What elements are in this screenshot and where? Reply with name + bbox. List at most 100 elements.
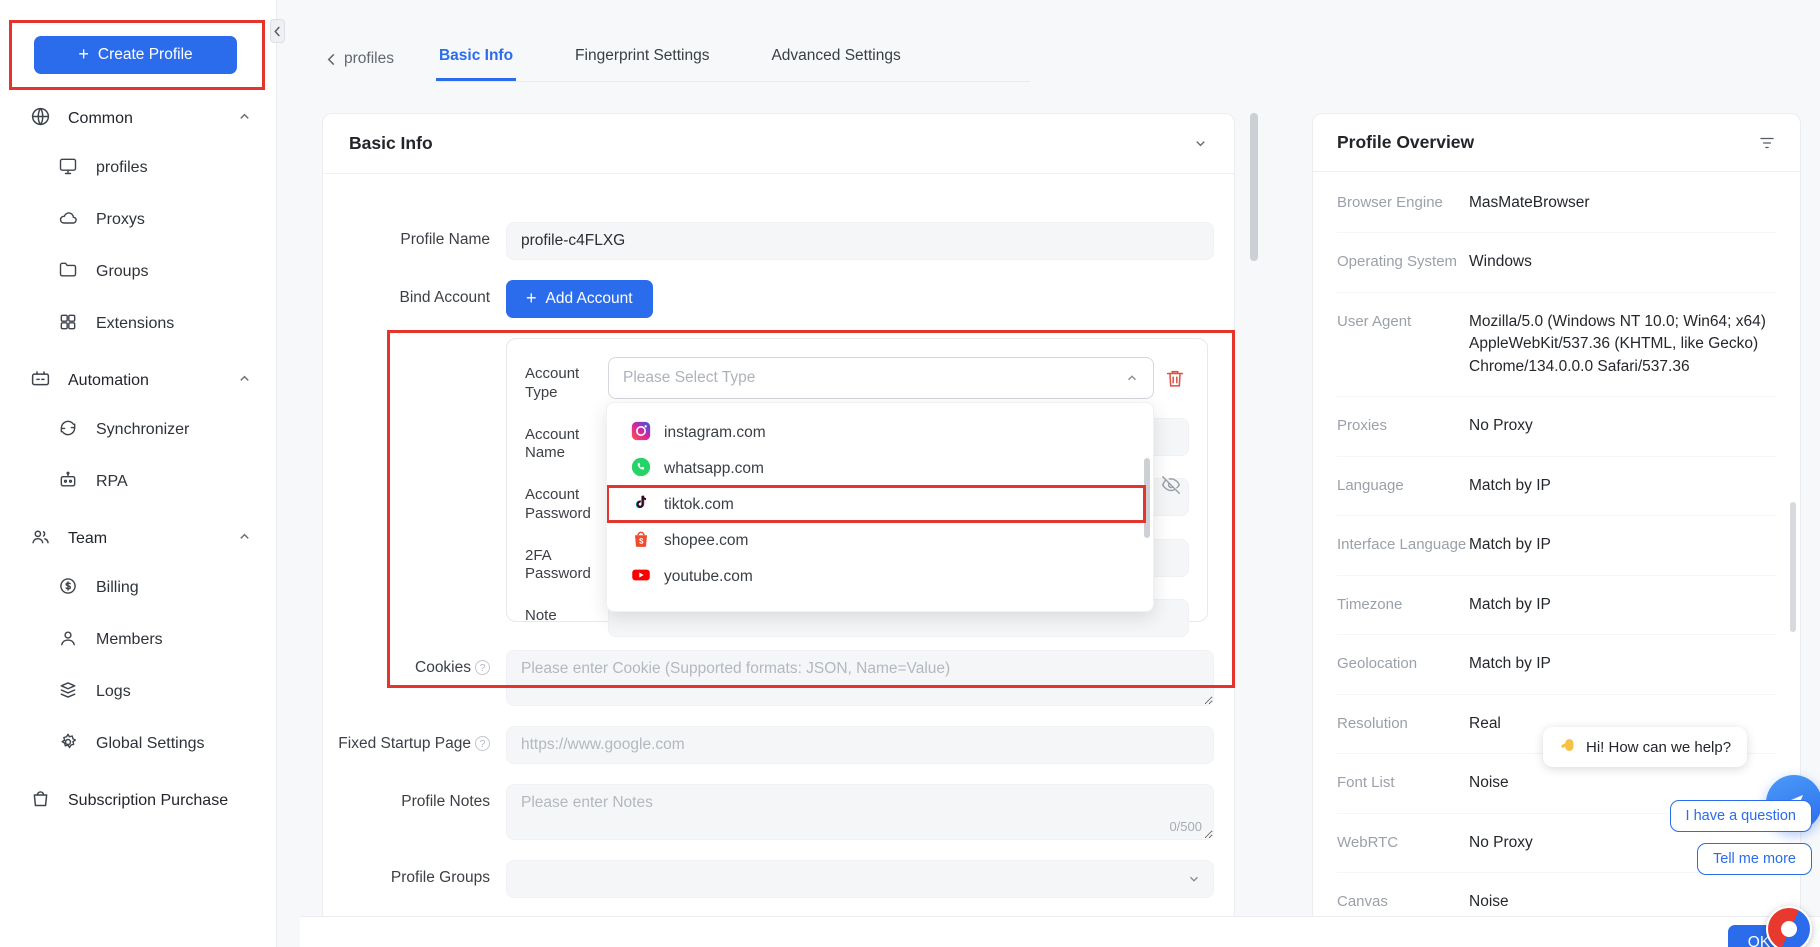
sidebar-item-proxys[interactable]: Proxys — [0, 194, 276, 246]
profile-groups-label: Profile Groups — [323, 860, 506, 887]
twofa-password-label: 2FA Password — [525, 539, 608, 585]
account-type-select[interactable]: Please Select Type — [608, 357, 1154, 399]
sidebar-item-rpa[interactable]: RPA — [0, 456, 276, 508]
dropdown-scrollbar-thumb[interactable] — [1144, 458, 1150, 538]
overview-row-value: Match by IP — [1469, 534, 1776, 556]
robot-icon — [58, 470, 78, 495]
overview-row-label: Timezone — [1337, 594, 1469, 616]
shopee-icon — [631, 529, 651, 554]
basic-info-card-header[interactable]: Basic Info — [323, 114, 1234, 174]
dropdown-option-label: instagram.com — [664, 424, 766, 442]
overview-row-label: User Agent — [1337, 311, 1469, 378]
profile-notes-textarea[interactable] — [506, 784, 1214, 840]
cloud-icon — [58, 208, 78, 233]
dropdown-option-label: tiktok.com — [664, 496, 734, 514]
youtube-icon — [631, 565, 651, 590]
dropdown-option-whatsapp[interactable]: whatsapp.com — [607, 451, 1153, 487]
chat-tell-more-button[interactable]: Tell me more — [1697, 843, 1812, 875]
sidebar-item-label: Members — [96, 631, 163, 649]
account-type-dropdown: instagram.com whatsapp.com — [606, 402, 1154, 612]
chevron-up-icon — [1125, 371, 1139, 385]
overview-row: Operating SystemWindows — [1337, 233, 1776, 292]
overview-row-value: MasMateBrowser — [1469, 192, 1776, 214]
sidebar: Create Profile Common profiles — [0, 0, 277, 947]
sidebar-item-label: Extensions — [96, 315, 174, 333]
tab-fingerprint-settings[interactable]: Fingerprint Settings — [572, 37, 712, 81]
sidebar-item-members[interactable]: Members — [0, 614, 276, 666]
profile-name-label: Profile Name — [323, 222, 506, 249]
sidebar-section-team[interactable]: Team — [0, 516, 276, 562]
sidebar-item-extensions[interactable]: Extensions — [0, 298, 276, 350]
delete-account-button[interactable] — [1162, 367, 1188, 393]
sidebar-collapse-button[interactable] — [270, 19, 285, 43]
sidebar-item-synchronizer[interactable]: Synchronizer — [0, 404, 276, 456]
sidebar-item-billing[interactable]: Billing — [0, 562, 276, 614]
sidebar-item-logs[interactable]: Logs — [0, 666, 276, 718]
card-title: Basic Info — [349, 133, 433, 154]
account-form-card: Account Type Please Select Type Account … — [506, 338, 1208, 622]
info-icon — [475, 736, 490, 751]
chevron-left-icon — [273, 26, 282, 37]
instagram-icon — [631, 421, 651, 446]
sidebar-item-profiles[interactable]: profiles — [0, 142, 276, 194]
account-name-label: Account Name — [525, 418, 608, 464]
overview-scrollbar-thumb[interactable] — [1790, 502, 1796, 632]
sidebar-section-common[interactable]: Common — [0, 96, 276, 142]
chat-launcher-logo[interactable] — [1766, 906, 1812, 947]
overview-row-value: No Proxy — [1469, 415, 1776, 437]
main-scrollbar-thumb[interactable] — [1250, 113, 1258, 261]
back-to-profiles[interactable]: profiles — [326, 50, 394, 82]
monitor-icon — [58, 156, 78, 181]
gear-icon — [58, 732, 78, 757]
sidebar-item-label: Groups — [96, 263, 148, 281]
overview-row: ProxiesNo Proxy — [1337, 397, 1776, 456]
account-type-placeholder: Please Select Type — [623, 369, 755, 387]
filter-lines-icon[interactable] — [1758, 134, 1776, 152]
dropdown-option-label: youtube.com — [664, 568, 753, 586]
dropdown-option-shopee[interactable]: shopee.com — [607, 523, 1153, 559]
wave-icon — [1559, 736, 1577, 758]
sidebar-item-subscription-purchase[interactable]: Subscription Purchase — [0, 778, 276, 824]
overview-row-value: Noise — [1469, 772, 1776, 794]
startup-page-input[interactable] — [506, 726, 1214, 764]
sidebar-item-groups[interactable]: Groups — [0, 246, 276, 298]
overview-row: LanguageMatch by IP — [1337, 457, 1776, 516]
sidebar-nav: Common profiles Proxys — [0, 96, 276, 824]
cookies-textarea[interactable] — [506, 650, 1214, 706]
tab-basic-info[interactable]: Basic Info — [436, 37, 516, 81]
sidebar-item-label: Proxys — [96, 211, 145, 229]
grid-icon — [58, 312, 78, 337]
account-type-label: Account Type — [525, 357, 608, 403]
create-profile-button[interactable]: Create Profile — [34, 36, 237, 74]
toggle-password-visibility-button[interactable] — [1158, 473, 1184, 499]
dropdown-option-youtube[interactable]: youtube.com — [607, 559, 1153, 595]
overview-row: User AgentMozilla/5.0 (Windows NT 10.0; … — [1337, 293, 1776, 397]
chevron-up-icon — [237, 371, 252, 391]
profile-notes-label: Profile Notes — [323, 784, 506, 811]
overview-row-label: Proxies — [1337, 415, 1469, 437]
chat-question-button[interactable]: I have a question — [1670, 800, 1812, 832]
chevron-down-icon — [1193, 136, 1208, 151]
sidebar-section-automation[interactable]: Automation — [0, 358, 276, 404]
bind-account-label: Bind Account — [323, 280, 506, 307]
profile-groups-select[interactable] — [506, 860, 1214, 898]
basic-info-card: Basic Info Profile Name Bind Account Add… — [322, 113, 1235, 947]
add-account-button[interactable]: Add Account — [506, 280, 653, 318]
overview-row-label: Browser Engine — [1337, 192, 1469, 214]
overview-row-value: Noise — [1469, 891, 1776, 913]
dropdown-option-tiktok[interactable]: tiktok.com — [607, 487, 1153, 523]
overview-row-label: Geolocation — [1337, 653, 1469, 675]
dropdown-option-label: shopee.com — [664, 532, 748, 550]
profile-name-input[interactable] — [506, 222, 1214, 260]
trash-icon — [1164, 368, 1186, 390]
plus-icon — [78, 45, 89, 65]
coin-icon — [58, 576, 78, 601]
overview-row-label: Operating System — [1337, 251, 1469, 273]
eye-off-icon — [1160, 474, 1182, 496]
chat-greeting-bubble: Hi! How can we help? — [1543, 727, 1747, 767]
person-icon — [58, 628, 78, 653]
dropdown-option-instagram[interactable]: instagram.com — [607, 415, 1153, 451]
sidebar-item-global-settings[interactable]: Global Settings — [0, 718, 276, 770]
tab-advanced-settings[interactable]: Advanced Settings — [768, 37, 903, 81]
footer-bar: OK — [300, 917, 1820, 947]
